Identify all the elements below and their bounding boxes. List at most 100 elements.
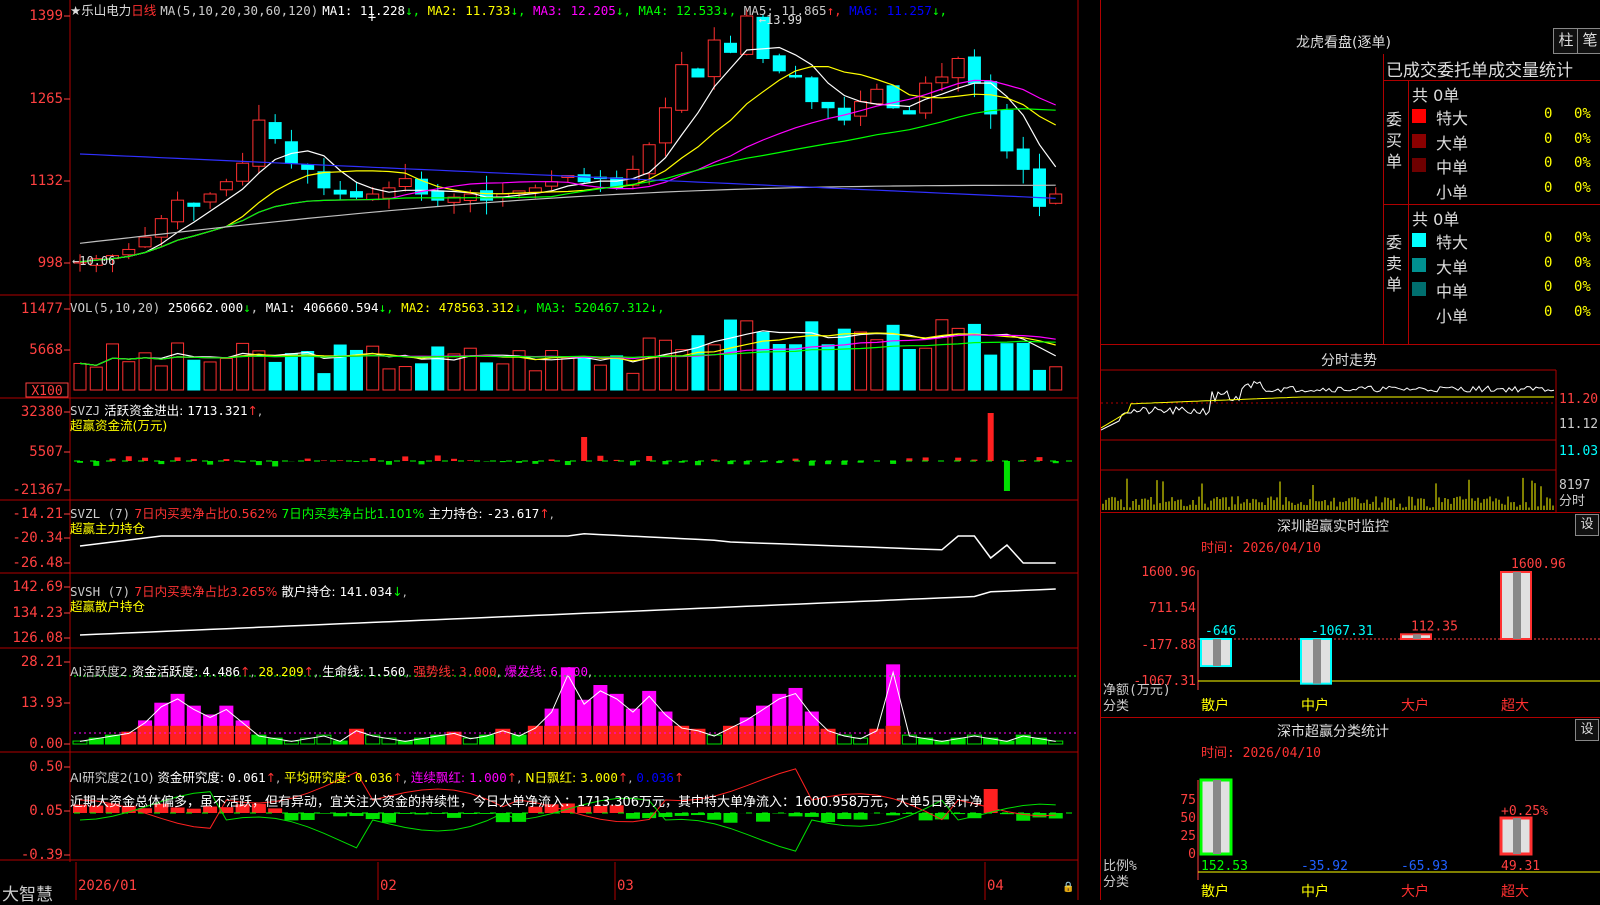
x-axis-label: 2026/01 <box>78 878 137 894</box>
svzj-outflow-bar <box>841 461 847 465</box>
volume-bar <box>627 373 639 390</box>
activity-bar <box>528 726 542 744</box>
classify-ylabel: 比例% <box>1103 859 1137 874</box>
legend-swatch <box>1412 282 1426 296</box>
volume-bar <box>741 321 753 390</box>
volume-bar <box>1017 343 1029 390</box>
svzj-outflow-bar <box>809 461 815 466</box>
svzj-value: 1713.321 <box>187 403 247 418</box>
svzl-t1: 7日内买卖净占比0.562% <box>134 506 277 521</box>
volume-bar <box>1050 367 1062 390</box>
activity-bar <box>658 726 672 744</box>
volume-bar <box>724 320 736 390</box>
volume-bars <box>74 320 1062 390</box>
activity-bar <box>545 726 559 744</box>
svzj-outflow-bar <box>630 461 636 465</box>
monitor-title: 深圳超赢实时监控 <box>1277 516 1389 536</box>
candle-body <box>123 249 135 254</box>
ai2-note: 近期大资金总体偏多，虽不活跃，但有异动，宜关注大资金的持续性，今日大单净流入：1… <box>70 795 982 810</box>
stock-name[interactable]: 乐山电力 <box>81 3 131 18</box>
y-tick-label: -26.48 <box>12 555 63 571</box>
tick-mode-button[interactable]: 笔 <box>1577 28 1600 54</box>
order-pct: 0% <box>1574 155 1591 171</box>
legend-swatch <box>1412 307 1426 321</box>
order-qty: 0 <box>1544 155 1552 171</box>
monitor-bar-3 <box>1501 572 1531 639</box>
order-pct: 0% <box>1574 279 1591 295</box>
candle-body <box>318 172 330 188</box>
monitor-y-tick: -177.88 <box>1141 638 1196 653</box>
monitor-bar-shade <box>1513 572 1521 639</box>
classify-top-note: +0.25% <box>1501 804 1548 819</box>
y-tick-label: 0.00 <box>29 736 63 752</box>
svzj-outflow-bar <box>93 461 99 466</box>
order-size-label: 中单 <box>1436 278 1468 302</box>
svzj-inflow-bar <box>955 458 961 461</box>
svzl-t3: 主力持仓: <box>428 506 482 521</box>
ma-value-2: MA2: 11.733 <box>420 3 510 18</box>
classify-y-tick: 75 <box>1180 793 1196 808</box>
order-qty: 0 <box>1544 230 1552 246</box>
activity-bar <box>561 726 575 744</box>
volume-bar <box>920 348 932 390</box>
activity-bar <box>236 726 250 744</box>
classify-bar-value: 152.53 <box>1201 859 1248 874</box>
y-tick-label: 0.05 <box>29 803 63 819</box>
activity-bar <box>138 726 152 744</box>
intraday-avg-line <box>1101 397 1554 428</box>
ma-line-1 <box>80 48 1056 262</box>
intraday-vol-label: 8197 <box>1559 478 1590 493</box>
svzj-inflow-bar <box>126 456 132 461</box>
classify-bar-shade <box>1513 818 1521 854</box>
activity-bar <box>496 729 510 744</box>
activity-bar <box>772 726 786 744</box>
classify-bar-value: -35.92 <box>1301 859 1348 874</box>
order-size-label: 中单 <box>1436 154 1468 178</box>
candle-body <box>855 102 867 117</box>
volume-bar <box>611 356 623 390</box>
candle-body <box>220 182 232 190</box>
activity-bar-hot <box>203 715 217 727</box>
volume-bar <box>643 338 655 390</box>
classify-cat-label: 中户 <box>1301 883 1329 900</box>
research-pos-bar <box>984 789 998 813</box>
candle-body <box>822 102 834 107</box>
activity-bar <box>821 729 835 744</box>
classify-settings-button[interactable]: 设 <box>1575 719 1599 741</box>
svzj-outflow-bar <box>695 461 701 465</box>
intraday-price-label: 11.20 <box>1559 392 1598 407</box>
candle-body <box>172 200 184 222</box>
monitor-cat-label: 大户 <box>1401 697 1429 714</box>
order-row-sell-rows-3: 小单00% <box>1384 302 1600 326</box>
chart-canvas[interactable]: 139912651132998114775668323805507-21367-… <box>0 0 1100 900</box>
svzj-outflow-bar <box>744 461 750 464</box>
intraday-price-line <box>1101 382 1554 431</box>
candle-body <box>188 203 200 206</box>
bar-mode-button[interactable]: 柱 <box>1553 28 1579 54</box>
period-label[interactable]: 日线 <box>131 3 156 18</box>
svzl-line <box>80 534 1056 563</box>
svzj-outflow-bar <box>207 461 213 465</box>
volume-bar <box>237 343 249 390</box>
candle-body <box>139 237 151 247</box>
activity-bar <box>1049 741 1063 744</box>
intraday-price-label: 11.03 <box>1559 444 1598 459</box>
ai2-header: AI研究度2(10) 资金研究度: 0.061↑, 平均研究度: 0.036↑,… <box>70 766 982 815</box>
monitor-bar-shade <box>1413 634 1421 639</box>
ai1-header: AI活跃度2 资金活跃度: 4.486↑, 28.209↑, 生命线: 1.56… <box>70 661 592 680</box>
volume-bar <box>188 360 200 390</box>
classify-y-tick: 25 <box>1180 829 1196 844</box>
activity-bar <box>691 729 705 744</box>
monitor-bar <box>1401 634 1431 639</box>
svzj-inflow-bar <box>305 459 311 461</box>
monitor-settings-button[interactable]: 设 <box>1575 514 1599 536</box>
chart-area[interactable]: 139912651132998114775668323805507-21367-… <box>0 0 1100 900</box>
svzj-sub: 超赢资金流(万元) <box>70 418 167 433</box>
y-tick-label: -21367 <box>12 482 63 498</box>
candle-body <box>708 40 720 77</box>
svzj-inflow-bar <box>988 413 994 461</box>
volume-bar <box>594 365 606 390</box>
classify-time: 时间: 2026/04/10 <box>1201 742 1321 761</box>
intraday-title: 分时走势 <box>1321 350 1377 370</box>
intraday-vol-unit: 分时 <box>1559 494 1585 509</box>
